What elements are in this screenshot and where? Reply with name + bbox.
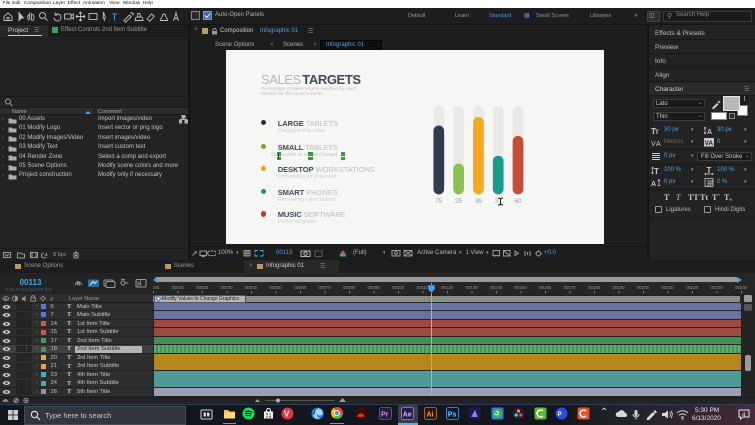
svg-text:00190: 00190 xyxy=(612,285,625,290)
svg-text:A: A xyxy=(651,181,656,187)
svg-text:00030: 00030 xyxy=(220,285,233,290)
svg-text:A: A xyxy=(707,129,712,135)
svg-text:4: 4 xyxy=(742,413,746,419)
svg-text:T: T xyxy=(654,167,659,175)
svg-text:00120: 00120 xyxy=(441,285,454,290)
svg-text:00050: 00050 xyxy=(269,285,282,290)
svg-text:☁: ☁ xyxy=(356,409,364,418)
svg-text:00140: 00140 xyxy=(490,285,503,290)
svg-text:00170: 00170 xyxy=(563,285,576,290)
svg-text:00220: 00220 xyxy=(686,285,699,290)
svg-text:00000: 00000 xyxy=(153,285,160,290)
svg-text:00020: 00020 xyxy=(196,285,209,290)
svg-text:00100: 00100 xyxy=(392,285,405,290)
svg-text:00010: 00010 xyxy=(171,285,184,290)
svg-text:Ae: Ae xyxy=(403,411,412,418)
svg-text:00130: 00130 xyxy=(465,285,478,290)
svg-text:00060: 00060 xyxy=(294,285,307,290)
svg-text:P: P xyxy=(557,412,561,418)
svg-text:00230: 00230 xyxy=(710,285,723,290)
svg-text:00240: 00240 xyxy=(735,285,748,290)
svg-text:Pr: Pr xyxy=(381,411,389,418)
svg-text:T: T xyxy=(707,166,712,175)
svg-text:Ps: Ps xyxy=(448,411,457,418)
svg-text:00160: 00160 xyxy=(539,285,552,290)
svg-text:00080: 00080 xyxy=(343,285,356,290)
svg-text:00200: 00200 xyxy=(637,285,650,290)
svg-text:VA: VA xyxy=(705,140,714,147)
svg-text:Ai: Ai xyxy=(426,411,433,418)
svg-text:00090: 00090 xyxy=(367,285,380,290)
svg-text:T: T xyxy=(112,13,118,24)
svg-text:A: A xyxy=(656,141,661,147)
svg-text:00040: 00040 xyxy=(245,285,258,290)
svg-text:是: 是 xyxy=(707,180,714,188)
svg-text:00210: 00210 xyxy=(661,285,674,290)
svg-text:00180: 00180 xyxy=(588,285,601,290)
svg-text:00070: 00070 xyxy=(318,285,331,290)
svg-text:V: V xyxy=(284,409,290,418)
svg-text:#: # xyxy=(50,297,54,302)
svg-text:00150: 00150 xyxy=(514,285,527,290)
svg-text:T: T xyxy=(655,130,659,135)
